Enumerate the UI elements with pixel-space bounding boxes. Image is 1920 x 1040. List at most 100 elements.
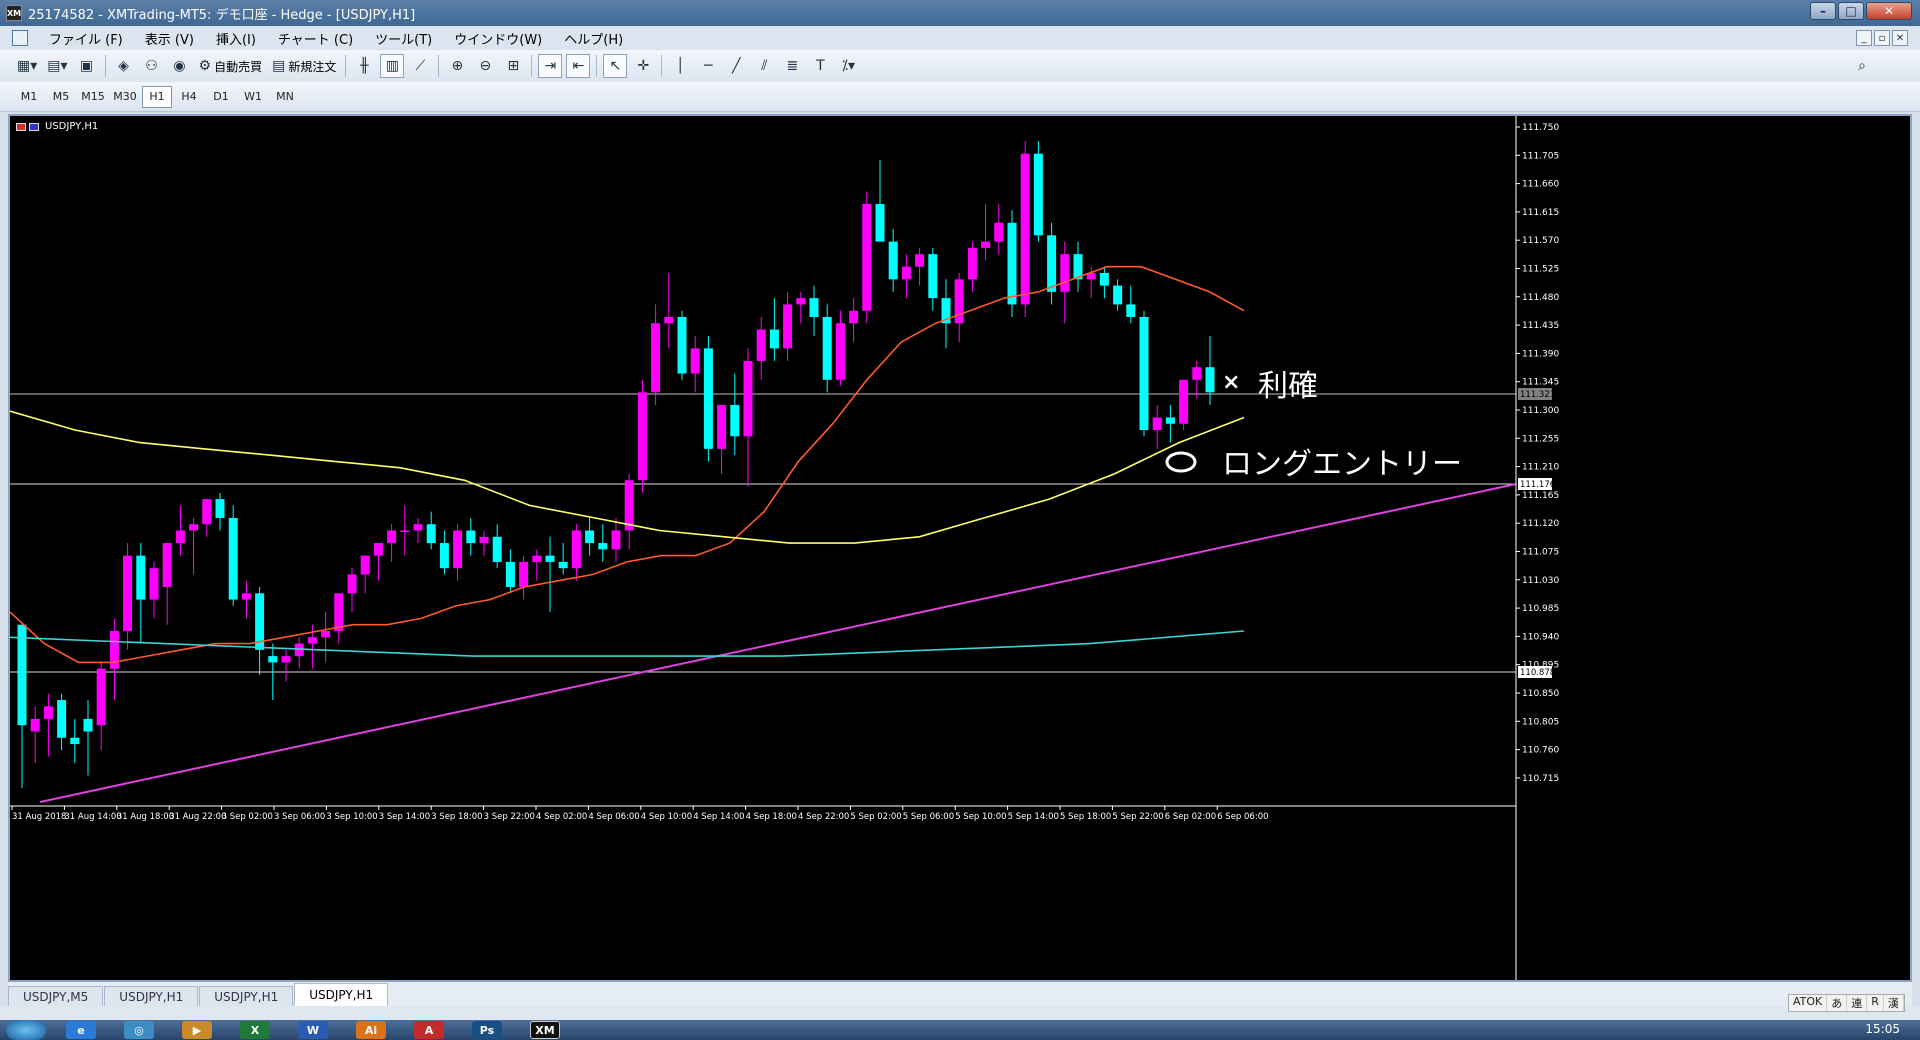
- start-button[interactable]: [6, 1020, 46, 1040]
- timeframe-w1[interactable]: W1: [238, 86, 268, 108]
- timeframe-m15[interactable]: M15: [78, 86, 108, 108]
- status-bar: [0, 1006, 1920, 1020]
- price-tick-label: 110.805: [1522, 717, 1559, 727]
- xm-app-icon[interactable]: XM: [530, 1021, 560, 1039]
- long-entry-label: ロングエントリー: [1222, 447, 1462, 482]
- chart-tab[interactable]: USDJPY,H1: [104, 986, 199, 1006]
- child-minimize-button[interactable]: _: [1856, 30, 1872, 46]
- ime-roman[interactable]: R: [1867, 995, 1884, 1011]
- cursor-icon[interactable]: ↖: [603, 54, 628, 78]
- candle-body: [492, 536, 502, 562]
- minimize-button[interactable]: –: [1810, 2, 1836, 20]
- price-tick-label: 111.210: [1522, 463, 1559, 473]
- candle-body: [1126, 304, 1136, 317]
- candle-body: [466, 530, 476, 544]
- price-tick-label: 111.165: [1522, 491, 1559, 501]
- ime-mode[interactable]: ATOK: [1789, 995, 1828, 1011]
- bar-chart-icon[interactable]: ╫: [352, 54, 376, 78]
- menu-window[interactable]: ウインドウ(W): [443, 29, 553, 48]
- horizontal-line-icon[interactable]: ─: [696, 54, 720, 78]
- price-tick-label: 111.660: [1522, 180, 1559, 190]
- menu-file[interactable]: ファイル (F): [38, 29, 134, 48]
- menu-tools[interactable]: ツール(T): [364, 29, 443, 48]
- media-icon[interactable]: ▶: [182, 1021, 212, 1039]
- acrobat-icon[interactable]: A: [414, 1021, 444, 1039]
- candle-body: [545, 555, 555, 562]
- time-tick-label: 5 Sep 06:00: [903, 812, 954, 822]
- zoom-in-icon[interactable]: ⊕: [445, 54, 469, 78]
- close-button[interactable]: ✕: [1866, 2, 1912, 20]
- data-window-icon[interactable]: ◈: [112, 54, 136, 78]
- candle-body: [162, 543, 172, 588]
- candlestick-chart-icon[interactable]: ▥: [380, 54, 405, 78]
- trendline-icon[interactable]: ╱: [724, 54, 748, 78]
- timeframe-d1[interactable]: D1: [206, 86, 236, 108]
- ime-input[interactable]: あ: [1827, 995, 1848, 1011]
- menu-view[interactable]: 表示 (V): [134, 29, 205, 48]
- candle-body: [281, 656, 291, 663]
- candle-body: [769, 329, 779, 349]
- chart-tab-active[interactable]: USDJPY,H1: [294, 983, 389, 1006]
- signal-icon[interactable]: ◉: [168, 54, 192, 78]
- ime-bar[interactable]: ATOK あ連 R 漢: [1788, 994, 1905, 1012]
- profiles-icon[interactable]: ▤▾: [44, 54, 70, 78]
- line-chart-icon[interactable]: ⟋: [408, 54, 432, 78]
- ime-kan[interactable]: 漢: [1884, 995, 1904, 1011]
- child-close-button[interactable]: ✕: [1892, 30, 1908, 46]
- channel-icon[interactable]: ⫽: [752, 54, 776, 78]
- price-tick-label: 111.435: [1522, 321, 1559, 331]
- candle-body: [730, 404, 740, 437]
- candle-body: [307, 637, 317, 644]
- navigator-icon[interactable]: ⚇: [140, 54, 164, 78]
- chart-tab[interactable]: USDJPY,H1: [199, 986, 294, 1006]
- menu-help[interactable]: ヘルプ(H): [553, 29, 634, 48]
- toolbar-separator: [438, 55, 440, 77]
- zoom-out-icon[interactable]: ⊖: [473, 54, 497, 78]
- timeframe-h1[interactable]: H1: [142, 85, 172, 108]
- illustrator-icon[interactable]: Ai: [356, 1021, 386, 1039]
- maximize-button[interactable]: □: [1838, 2, 1864, 20]
- word-icon[interactable]: W: [298, 1021, 328, 1039]
- browser-icon[interactable]: ◎: [124, 1021, 154, 1039]
- timeframe-m1[interactable]: M1: [14, 86, 44, 108]
- candle-body: [347, 574, 357, 594]
- tile-windows-icon[interactable]: ⊞: [501, 54, 525, 78]
- chart-window[interactable]: 111.750 111.705 111.660 111.615 111.570 111.5…: [8, 114, 1912, 982]
- candle-body: [149, 568, 159, 600]
- photoshop-icon[interactable]: Ps: [472, 1021, 502, 1039]
- chart-tab[interactable]: USDJPY,M5: [8, 986, 104, 1006]
- timeframe-m30[interactable]: M30: [110, 86, 140, 108]
- new-order-button[interactable]: ▤ 新規注文: [269, 54, 339, 78]
- chart-shift-icon[interactable]: ⇤: [566, 54, 591, 78]
- child-restore-button[interactable]: ▫: [1874, 30, 1890, 46]
- auto-trade-icon: ⚙: [198, 58, 212, 74]
- candle-body: [677, 316, 687, 374]
- candle-body: [954, 279, 964, 324]
- ie-icon[interactable]: e: [66, 1021, 96, 1039]
- search-icon[interactable]: ⌕: [1850, 54, 1874, 78]
- auto-trade-button[interactable]: ⚙ 自動売買: [196, 54, 266, 78]
- candle-body: [1179, 379, 1189, 424]
- new-chart-icon[interactable]: ▦▾: [14, 54, 40, 78]
- candle-body: [1152, 417, 1162, 431]
- excel-icon[interactable]: X: [240, 1021, 270, 1039]
- menu-chart[interactable]: チャート (C): [267, 29, 364, 48]
- text-icon[interactable]: T: [808, 54, 832, 78]
- candle-body: [822, 316, 832, 380]
- fibonacci-icon[interactable]: ≣: [780, 54, 804, 78]
- time-tick-label: 4 Sep 22:00: [798, 812, 849, 822]
- timeframe-m5[interactable]: M5: [46, 86, 76, 108]
- vertical-line-icon[interactable]: │: [668, 54, 692, 78]
- shapes-icon[interactable]: ⁒▾: [836, 54, 860, 78]
- menu-bar: ファイル (F) 表示 (V) 挿入(I) チャート (C) ツール(T) ウイ…: [0, 26, 1920, 50]
- price-chart[interactable]: 111.750 111.705 111.660 111.615 111.570 111.5…: [10, 116, 1910, 980]
- auto-scroll-icon[interactable]: ⇥: [538, 54, 563, 78]
- timeframe-mn[interactable]: MN: [270, 86, 300, 108]
- market-watch-icon[interactable]: ▣: [75, 54, 99, 78]
- ime-conv[interactable]: 連: [1847, 995, 1868, 1011]
- crosshair-icon[interactable]: ✛: [631, 54, 655, 78]
- candle-body: [1020, 153, 1030, 305]
- menu-insert[interactable]: 挿入(I): [205, 29, 267, 48]
- timeframe-h4[interactable]: H4: [174, 86, 204, 108]
- entry-mark: [1165, 451, 1197, 473]
